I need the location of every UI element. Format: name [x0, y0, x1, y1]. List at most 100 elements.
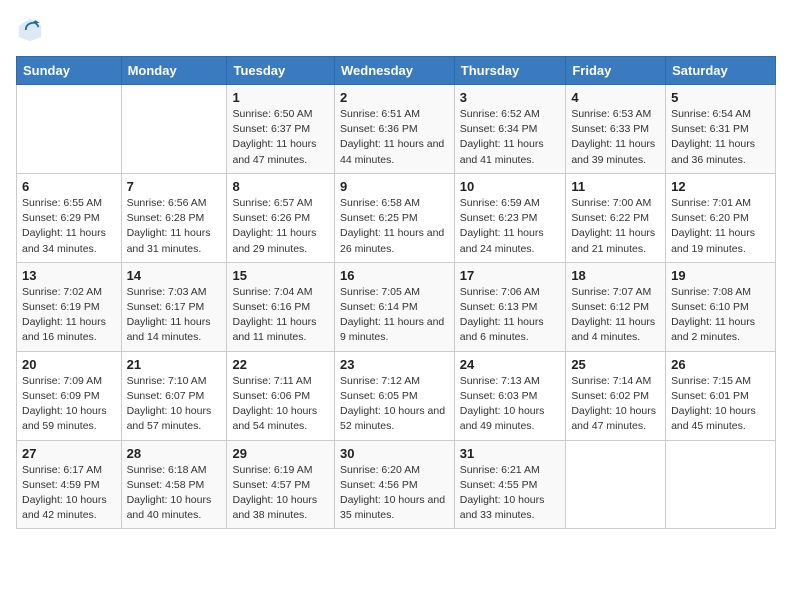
- calendar-cell: 25 Sunrise: 7:14 AM Sunset: 6:02 PM Dayli…: [566, 351, 666, 440]
- day-info: Sunrise: 6:59 AM Sunset: 6:23 PM Dayligh…: [460, 196, 561, 257]
- calendar-cell: 11 Sunrise: 7:00 AM Sunset: 6:22 PM Dayli…: [566, 173, 666, 262]
- day-info: Sunrise: 6:52 AM Sunset: 6:34 PM Dayligh…: [460, 107, 561, 168]
- calendar-cell: 13 Sunrise: 7:02 AM Sunset: 6:19 PM Dayli…: [17, 262, 122, 351]
- day-number: 26: [671, 357, 770, 372]
- calendar-cell: 6 Sunrise: 6:55 AM Sunset: 6:29 PM Daylig…: [17, 173, 122, 262]
- calendar-cell: 14 Sunrise: 7:03 AM Sunset: 6:17 PM Dayli…: [121, 262, 227, 351]
- calendar-cell: 30 Sunrise: 6:20 AM Sunset: 4:56 PM Dayli…: [334, 440, 454, 529]
- calendar-cell: 12 Sunrise: 7:01 AM Sunset: 6:20 PM Dayli…: [666, 173, 776, 262]
- day-info: Sunrise: 7:02 AM Sunset: 6:19 PM Dayligh…: [22, 285, 116, 346]
- day-info: Sunrise: 6:53 AM Sunset: 6:33 PM Dayligh…: [571, 107, 660, 168]
- page-header: [16, 16, 776, 44]
- column-header-saturday: Saturday: [666, 57, 776, 85]
- day-number: 17: [460, 268, 561, 283]
- day-info: Sunrise: 6:51 AM Sunset: 6:36 PM Dayligh…: [340, 107, 449, 168]
- day-info: Sunrise: 6:17 AM Sunset: 4:59 PM Dayligh…: [22, 463, 116, 524]
- day-info: Sunrise: 7:14 AM Sunset: 6:02 PM Dayligh…: [571, 374, 660, 435]
- day-info: Sunrise: 6:56 AM Sunset: 6:28 PM Dayligh…: [127, 196, 222, 257]
- column-header-thursday: Thursday: [454, 57, 566, 85]
- day-number: 29: [232, 446, 329, 461]
- day-info: Sunrise: 7:11 AM Sunset: 6:06 PM Dayligh…: [232, 374, 329, 435]
- calendar-table: SundayMondayTuesdayWednesdayThursdayFrid…: [16, 56, 776, 529]
- day-info: Sunrise: 7:09 AM Sunset: 6:09 PM Dayligh…: [22, 374, 116, 435]
- day-info: Sunrise: 7:03 AM Sunset: 6:17 PM Dayligh…: [127, 285, 222, 346]
- day-info: Sunrise: 6:50 AM Sunset: 6:37 PM Dayligh…: [232, 107, 329, 168]
- day-number: 5: [671, 90, 770, 105]
- day-number: 13: [22, 268, 116, 283]
- calendar-cell: [121, 85, 227, 174]
- column-header-tuesday: Tuesday: [227, 57, 335, 85]
- calendar-cell: 26 Sunrise: 7:15 AM Sunset: 6:01 PM Dayli…: [666, 351, 776, 440]
- week-row-2: 6 Sunrise: 6:55 AM Sunset: 6:29 PM Daylig…: [17, 173, 776, 262]
- calendar-cell: 9 Sunrise: 6:58 AM Sunset: 6:25 PM Daylig…: [334, 173, 454, 262]
- logo: [16, 16, 48, 44]
- day-number: 21: [127, 357, 222, 372]
- calendar-cell: [666, 440, 776, 529]
- day-number: 19: [671, 268, 770, 283]
- day-number: 6: [22, 179, 116, 194]
- day-number: 7: [127, 179, 222, 194]
- day-info: Sunrise: 6:20 AM Sunset: 4:56 PM Dayligh…: [340, 463, 449, 524]
- day-info: Sunrise: 7:00 AM Sunset: 6:22 PM Dayligh…: [571, 196, 660, 257]
- day-number: 12: [671, 179, 770, 194]
- day-info: Sunrise: 7:15 AM Sunset: 6:01 PM Dayligh…: [671, 374, 770, 435]
- week-row-5: 27 Sunrise: 6:17 AM Sunset: 4:59 PM Dayli…: [17, 440, 776, 529]
- calendar-cell: 19Sunrise: 7:08 AM Sunset: 6:10 PM Dayli…: [666, 262, 776, 351]
- calendar-cell: [17, 85, 122, 174]
- week-row-4: 20 Sunrise: 7:09 AM Sunset: 6:09 PM Dayli…: [17, 351, 776, 440]
- column-header-wednesday: Wednesday: [334, 57, 454, 85]
- calendar-cell: 5 Sunrise: 6:54 AM Sunset: 6:31 PM Daylig…: [666, 85, 776, 174]
- day-number: 4: [571, 90, 660, 105]
- day-number: 10: [460, 179, 561, 194]
- day-number: 30: [340, 446, 449, 461]
- day-number: 1: [232, 90, 329, 105]
- day-number: 28: [127, 446, 222, 461]
- calendar-cell: 2Sunrise: 6:51 AM Sunset: 6:36 PM Daylig…: [334, 85, 454, 174]
- day-number: 23: [340, 357, 449, 372]
- day-number: 25: [571, 357, 660, 372]
- day-info: Sunrise: 7:10 AM Sunset: 6:07 PM Dayligh…: [127, 374, 222, 435]
- day-info: Sunrise: 7:13 AM Sunset: 6:03 PM Dayligh…: [460, 374, 561, 435]
- calendar-cell: 22Sunrise: 7:11 AM Sunset: 6:06 PM Dayli…: [227, 351, 335, 440]
- day-info: Sunrise: 6:21 AM Sunset: 4:55 PM Dayligh…: [460, 463, 561, 524]
- calendar-cell: [566, 440, 666, 529]
- column-header-monday: Monday: [121, 57, 227, 85]
- day-number: 27: [22, 446, 116, 461]
- day-number: 15: [232, 268, 329, 283]
- calendar-cell: 7 Sunrise: 6:56 AM Sunset: 6:28 PM Daylig…: [121, 173, 227, 262]
- day-number: 11: [571, 179, 660, 194]
- week-row-3: 13 Sunrise: 7:02 AM Sunset: 6:19 PM Dayli…: [17, 262, 776, 351]
- calendar-cell: 1 Sunrise: 6:50 AM Sunset: 6:37 PM Daylig…: [227, 85, 335, 174]
- day-info: Sunrise: 6:18 AM Sunset: 4:58 PM Dayligh…: [127, 463, 222, 524]
- day-info: Sunrise: 6:55 AM Sunset: 6:29 PM Dayligh…: [22, 196, 116, 257]
- calendar-cell: 4 Sunrise: 6:53 AM Sunset: 6:33 PM Daylig…: [566, 85, 666, 174]
- day-info: Sunrise: 7:12 AM Sunset: 6:05 PM Dayligh…: [340, 374, 449, 435]
- day-info: Sunrise: 6:57 AM Sunset: 6:26 PM Dayligh…: [232, 196, 329, 257]
- calendar-cell: 28 Sunrise: 6:18 AM Sunset: 4:58 PM Dayli…: [121, 440, 227, 529]
- day-info: Sunrise: 7:04 AM Sunset: 6:16 PM Dayligh…: [232, 285, 329, 346]
- calendar-cell: 10 Sunrise: 6:59 AM Sunset: 6:23 PM Dayli…: [454, 173, 566, 262]
- day-info: Sunrise: 7:01 AM Sunset: 6:20 PM Dayligh…: [671, 196, 770, 257]
- day-number: 18: [571, 268, 660, 283]
- calendar-cell: 17Sunrise: 7:06 AM Sunset: 6:13 PM Dayli…: [454, 262, 566, 351]
- day-info: Sunrise: 6:54 AM Sunset: 6:31 PM Dayligh…: [671, 107, 770, 168]
- day-number: 9: [340, 179, 449, 194]
- calendar-cell: 16 Sunrise: 7:05 AM Sunset: 6:14 PM Dayli…: [334, 262, 454, 351]
- day-info: Sunrise: 6:58 AM Sunset: 6:25 PM Dayligh…: [340, 196, 449, 257]
- column-header-friday: Friday: [566, 57, 666, 85]
- column-header-sunday: Sunday: [17, 57, 122, 85]
- logo-icon: [16, 16, 44, 44]
- calendar-cell: 24 Sunrise: 7:13 AM Sunset: 6:03 PM Dayli…: [454, 351, 566, 440]
- day-number: 3: [460, 90, 561, 105]
- day-number: 20: [22, 357, 116, 372]
- calendar-cell: 8Sunrise: 6:57 AM Sunset: 6:26 PM Daylig…: [227, 173, 335, 262]
- calendar-cell: 18Sunrise: 7:07 AM Sunset: 6:12 PM Dayli…: [566, 262, 666, 351]
- day-info: Sunrise: 7:05 AM Sunset: 6:14 PM Dayligh…: [340, 285, 449, 346]
- week-row-1: 1 Sunrise: 6:50 AM Sunset: 6:37 PM Daylig…: [17, 85, 776, 174]
- day-number: 14: [127, 268, 222, 283]
- day-number: 31: [460, 446, 561, 461]
- day-number: 24: [460, 357, 561, 372]
- day-number: 16: [340, 268, 449, 283]
- calendar-cell: 20 Sunrise: 7:09 AM Sunset: 6:09 PM Dayli…: [17, 351, 122, 440]
- calendar-cell: 31 Sunrise: 6:21 AM Sunset: 4:55 PM Dayli…: [454, 440, 566, 529]
